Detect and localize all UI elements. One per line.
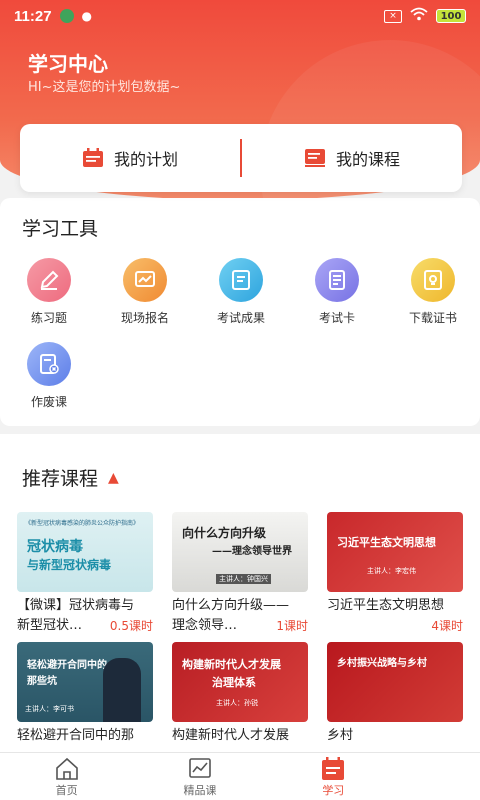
my-courses-button[interactable]: 我的课程 [242,124,462,192]
thumb-title: ——理念领导世界 [212,546,292,557]
tool-label: 考试卡 [318,311,355,325]
calendar-icon [82,148,103,167]
tool-practice[interactable]: 练习题 [4,258,94,326]
cancel-doc-icon [27,342,71,386]
course-card[interactable]: 乡村振兴战略与乡村 乡村 [327,642,463,746]
app-notification-icon [59,9,74,23]
course-card[interactable]: 轻松避开合同中的 那些坑 主讲人：李可书 轻松避开合同中的那 [17,642,153,746]
home-icon [55,757,78,780]
course-card[interactable]: 习近平生态文明思想 主讲人：李宏伟 习近平生态文明思想 4课时 [327,512,463,636]
my-plan-label: 我的计划 [113,150,178,169]
thumb-title: 习近平生态文明思想 [337,536,436,549]
tab-study[interactable]: 学习 [267,753,400,800]
tab-home[interactable]: 首页 [0,753,133,800]
tool-label: 考试成果 [216,311,265,325]
thumb-presenter: 主讲人：钟国兴 [216,574,271,584]
page-title: 学习中心 [28,52,108,76]
thumb-presenter: 主讲人：李可书 [25,705,74,713]
recommended-section: 推荐课程 ▲ 《新型冠状病毒感染的肺炎公众防护指南》 冠状病毒 与新型冠状病毒 … [0,434,480,754]
battery-indicator: 100 [436,9,466,23]
status-time: 11:27 [14,7,52,25]
sim-icon: × [384,9,402,23]
my-courses-label: 我的课程 [335,150,400,169]
page-subtitle: HI~这是您的计划包数据~ [28,80,181,95]
tool-label: 现场报名 [120,311,169,325]
tool-label: 作废课 [30,395,67,409]
book-icon [304,149,325,167]
course-thumbnail: 乡村振兴战略与乡村 [327,642,463,722]
certificate-icon [219,258,263,302]
badge-icon [411,258,455,302]
course-card[interactable]: 向什么方向升级 ——理念领导世界 主讲人：钟国兴 向什么方向升级—— 理念领导…… [172,512,308,636]
wifi-icon [410,7,428,25]
course-thumbnail: 构建新时代人才发展 治理体系 主讲人：孙锐 [172,642,308,722]
thumb-title: 构建新时代人才发展 [182,658,281,671]
tool-label: 下载证书 [408,311,457,325]
thumb-title: 乡村振兴战略与乡村 [337,658,427,669]
course-title: 乡村 [327,728,354,743]
course-title-cont: 新型冠状… [17,618,83,633]
course-title-cont: 理念领导… [172,618,238,633]
tab-label: 首页 [55,783,78,797]
penguin-icon: ● [81,9,93,23]
tools-title: 学习工具 [22,218,99,240]
recommend-title-row: 推荐课程 ▲ [22,464,119,491]
tool-onsite-signup[interactable]: 现场报名 [100,258,190,326]
fire-icon: ▲ [108,469,119,486]
my-plan-button[interactable]: 我的计划 [20,124,240,192]
course-title: 【微课】冠状病毒与 [17,598,135,613]
course-thumbnail: 《新型冠状病毒感染的肺炎公众防护指南》 冠状病毒 与新型冠状病毒 [17,512,153,592]
plan-course-card: 我的计划 我的课程 [20,124,462,192]
tools-section: 学习工具 练习题 现场报名 考试成果 考试卡 下载证书 作废课 [0,198,480,426]
thumb-title: 冠状病毒 [27,539,83,555]
course-title: 构建新时代人才发展 [172,728,290,743]
thumb-header: 《新型冠状病毒感染的肺炎公众防护指南》 [25,520,140,527]
thumb-title: 向什么方向升级 [182,526,267,540]
course-card[interactable]: 构建新时代人才发展 治理体系 主讲人：孙锐 构建新时代人才发展 [172,642,308,746]
tab-label: 学习 [322,783,345,797]
tool-exam-card[interactable]: 考试卡 [292,258,382,326]
thumb-presenter: 主讲人：李宏伟 [367,567,416,575]
course-meta: 4课时 [327,616,463,636]
thumb-title: 与新型冠状病毒 [27,558,112,572]
tool-void-course[interactable]: 作废课 [4,342,94,410]
bottom-tab-bar: 首页 精品课 学习 [0,752,480,800]
course-hours: 1课时 [276,619,308,633]
course-meta: 新型冠状… 0.5课时 [17,616,153,636]
thumb-title: 轻松避开合同中的 [27,660,107,671]
tab-label: 精品课 [183,783,217,797]
chart-icon [123,258,167,302]
tool-download-certificate[interactable]: 下载证书 [388,258,478,326]
course-title: 向什么方向升级—— [172,598,290,613]
course-thumbnail: 习近平生态文明思想 主讲人：李宏伟 [327,512,463,592]
thumb-title: 那些坑 [27,676,57,687]
tool-label: 练习题 [30,311,67,325]
card-icon [315,258,359,302]
presenter-photo [103,658,141,722]
featured-course-icon [189,757,211,778]
status-bar: 11:27 ● × 100 [0,0,480,32]
tab-spacer [400,753,480,800]
pencil-icon [27,258,71,302]
course-title: 习近平生态文明思想 [327,598,445,613]
course-thumbnail: 向什么方向升级 ——理念领导世界 主讲人：钟国兴 [172,512,308,592]
course-meta: 理念领导… 1课时 [172,616,308,636]
thumb-presenter: 主讲人：孙锐 [216,699,258,707]
tab-featured[interactable]: 精品课 [133,753,266,800]
calendar-icon [322,756,345,780]
thumb-title: 治理体系 [212,676,256,689]
course-hours: 0.5课时 [109,619,153,633]
tool-exam-results[interactable]: 考试成果 [196,258,286,326]
recommend-title: 推荐课程 [22,468,99,490]
course-hours: 4课时 [431,619,463,633]
course-title: 轻松避开合同中的那 [17,728,135,743]
course-thumbnail: 轻松避开合同中的 那些坑 主讲人：李可书 [17,642,153,722]
course-card[interactable]: 《新型冠状病毒感染的肺炎公众防护指南》 冠状病毒 与新型冠状病毒 【微课】冠状病… [17,512,153,636]
